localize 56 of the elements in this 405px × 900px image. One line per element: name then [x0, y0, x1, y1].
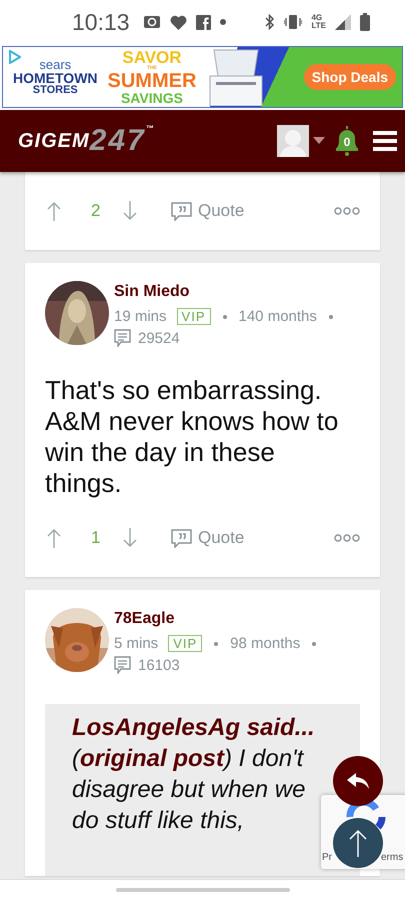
camera-icon — [142, 15, 161, 29]
upvote-arrow-icon[interactable] — [47, 201, 61, 221]
heart-icon — [170, 14, 187, 30]
signal-icon — [335, 14, 351, 30]
author-name[interactable]: Sin Miedo — [114, 283, 338, 301]
battery-icon — [360, 13, 370, 31]
member-tenure: 140 months — [238, 308, 317, 325]
vote-count: 1 — [91, 528, 101, 548]
post-count: 16103 — [138, 656, 180, 674]
separator-dot-icon — [328, 314, 333, 318]
post-text: That's so embarrassing. A&M never knows how to win the day in these things. — [45, 375, 340, 499]
vip-badge: VIP — [176, 308, 210, 325]
quote-bubble-icon — [171, 528, 192, 548]
comments-icon — [114, 329, 131, 347]
quote-text: (original post) I don't disagree but when we do stuff like this, — [72, 744, 306, 836]
clock-time: 10:13 — [72, 8, 130, 36]
ad-headline: SAVINGS — [120, 91, 183, 105]
more-options-icon[interactable] — [334, 534, 360, 542]
network-type: 4G — [311, 14, 324, 22]
vibrate-icon — [284, 15, 302, 29]
gesture-handle[interactable] — [116, 888, 290, 892]
post-time: 5 mins — [114, 635, 158, 652]
privacy-link[interactable]: Pr — [322, 852, 332, 863]
vip-badge: VIP — [168, 635, 202, 652]
up-arrow-icon — [349, 829, 367, 857]
more-options-icon[interactable] — [334, 207, 360, 215]
notification-count: 0 — [342, 135, 352, 149]
brand-name: HOMETOWN — [13, 71, 98, 85]
menu-icon[interactable] — [373, 130, 397, 152]
post-time: 19 mins — [114, 308, 167, 325]
separator-dot-icon — [222, 314, 226, 318]
vote-count: 2 — [91, 201, 101, 221]
brand-name: STORES — [32, 85, 78, 96]
network-subtype: LTE — [311, 22, 326, 30]
separator-dot-icon — [214, 642, 218, 646]
quote-author[interactable]: LosAngelesAg said... — [72, 712, 315, 743]
separator-dot-icon — [312, 642, 316, 646]
ad-headline: SUMMER — [108, 71, 196, 91]
play-icon — [9, 50, 21, 64]
ad-headline: SAVOR — [122, 49, 182, 66]
member-tenure: 98 months — [230, 635, 300, 652]
downvote-arrow-icon[interactable] — [123, 201, 137, 221]
quote-bubble-icon — [171, 202, 192, 220]
reply-arrow-icon — [347, 773, 369, 789]
author-name[interactable]: 78Eagle — [114, 610, 322, 628]
downvote-arrow-icon[interactable] — [123, 528, 137, 548]
site-logo[interactable]: GIGEM247™ — [18, 124, 155, 158]
brand-name: sears — [39, 58, 72, 71]
bluetooth-icon — [265, 14, 276, 30]
social-app-icon — [196, 14, 211, 30]
post-count: 29524 — [138, 330, 180, 346]
terms-link[interactable]: erms — [381, 852, 404, 863]
comments-icon — [114, 656, 131, 674]
dot-icon — [220, 19, 226, 25]
upvote-arrow-icon[interactable] — [47, 528, 61, 548]
caret-icon[interactable] — [313, 137, 325, 145]
